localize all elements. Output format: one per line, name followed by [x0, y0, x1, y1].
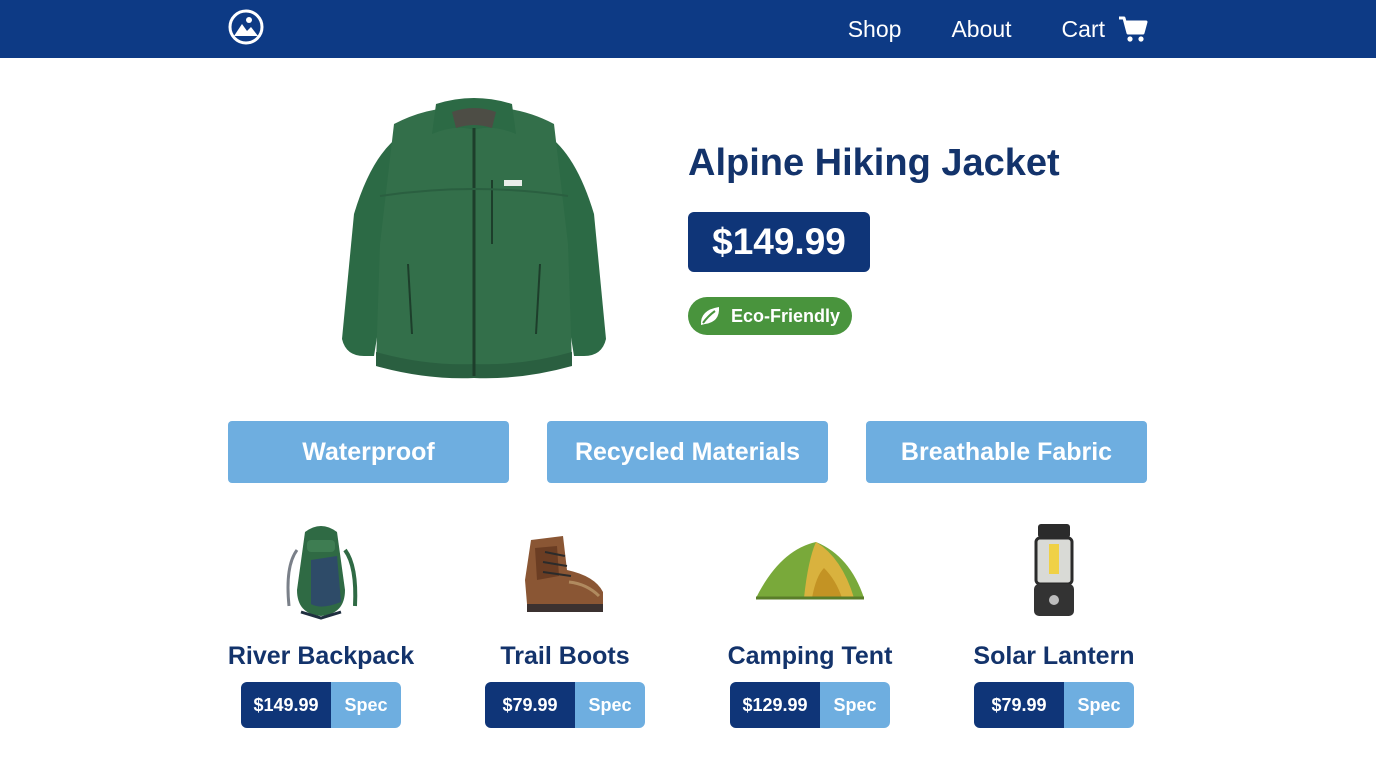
product-price-button[interactable]: $129.99 — [730, 682, 820, 728]
badge-label: Eco-Friendly — [731, 305, 841, 326]
product-actions: $129.99 Spec — [730, 682, 890, 728]
spec-button[interactable]: Spec — [331, 682, 401, 728]
product-price-button[interactable]: $79.99 — [974, 682, 1064, 728]
tent-image — [756, 542, 864, 600]
product-name: River Backpack — [227, 642, 415, 670]
product-actions: $79.99 Spec — [485, 682, 645, 728]
product-actions: $149.99 Spec — [241, 682, 401, 728]
product-name: Trail Boots — [500, 642, 630, 670]
product-name: Solar Lantern — [973, 642, 1135, 670]
nav-link-shop[interactable]: Shop — [848, 16, 902, 43]
product-price-button[interactable]: $149.99 — [241, 682, 331, 728]
feature-recycled-materials[interactable]: Recycled Materials — [547, 421, 828, 483]
nav-link-cart[interactable]: Cart — [1062, 15, 1148, 43]
cart-label: Cart — [1061, 15, 1105, 42]
feature-waterproof[interactable]: Waterproof — [228, 421, 509, 483]
product-price: $149.99 — [688, 212, 870, 272]
eco-friendly-badge: Eco-Friendly — [688, 297, 853, 335]
product-price-button[interactable]: $79.99 — [485, 682, 575, 728]
product-card-solar-lantern[interactable]: Solar Lantern $79.99 Spec — [932, 520, 1176, 735]
feature-breathable-fabric[interactable]: Breathable Fabric — [866, 421, 1147, 483]
spec-button[interactable]: Spec — [1064, 682, 1134, 728]
product-card-river-backpack[interactable]: River Backpack $149.99 Spec — [199, 520, 443, 735]
product-card-trail-boots[interactable]: Trail Boots $79.99 Spec — [443, 520, 687, 735]
backpack-image — [286, 526, 358, 620]
cart-icon — [1119, 16, 1148, 42]
boots-image — [525, 536, 603, 612]
product-name: Camping Tent — [727, 642, 893, 670]
product-card-camping-tent[interactable]: Camping Tent $129.99 Spec — [688, 520, 932, 735]
spec-button[interactable]: Spec — [575, 682, 645, 728]
product-title: Alpine Hiking Jacket — [688, 142, 1060, 184]
mountain-logo-icon[interactable] — [228, 9, 264, 45]
nav-links: Shop About Cart — [848, 0, 1148, 58]
top-nav: Shop About Cart — [0, 0, 1376, 58]
green-jacket-image — [342, 98, 606, 379]
lantern-image — [1034, 524, 1074, 616]
leaf-icon — [700, 307, 720, 325]
spec-button[interactable]: Spec — [820, 682, 890, 728]
nav-link-about[interactable]: About — [951, 16, 1011, 43]
product-actions: $79.99 Spec — [974, 682, 1134, 728]
